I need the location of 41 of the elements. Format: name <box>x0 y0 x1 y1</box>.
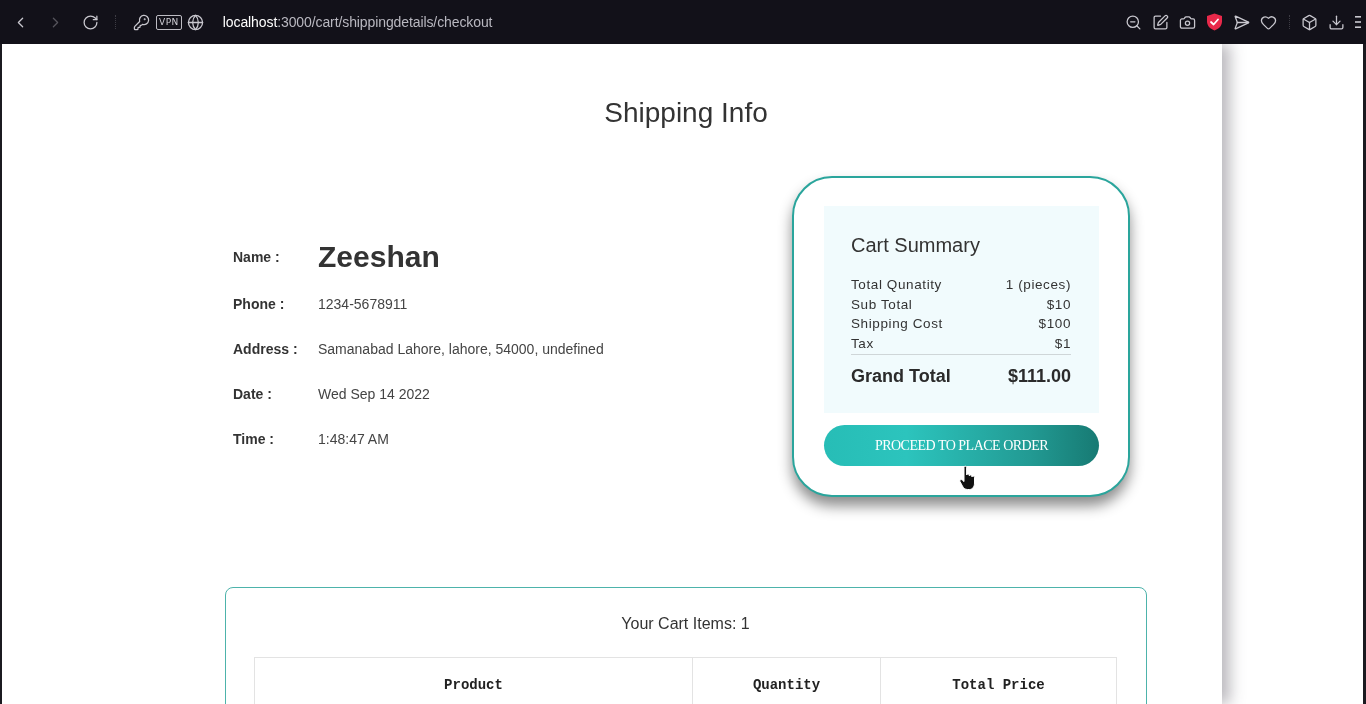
summary-value: 1 (pieces) <box>1005 276 1071 294</box>
send-icon <box>1233 13 1250 31</box>
detail-value: Samanabad Lahore, lahore, 54000, undefined <box>318 339 604 359</box>
grand-total-label: Grand Total <box>851 365 951 387</box>
shield-check-icon <box>1206 13 1223 31</box>
menu-icon <box>1355 15 1361 29</box>
heart-icon <box>1260 13 1277 31</box>
detail-value: Wed Sep 14 2022 <box>318 384 431 404</box>
detail-label: Date : <box>233 384 273 404</box>
summary-value: $100 <box>1038 315 1071 333</box>
camera-icon <box>1179 13 1196 31</box>
customer-name: Zeeshan <box>318 239 441 275</box>
zoom-out-icon <box>1125 13 1142 31</box>
cart-items-heading: Your Cart Items: 1 <box>620 614 751 634</box>
globe-icon <box>187 13 205 31</box>
detail-label: Address : <box>233 339 299 359</box>
page-title: Shipping Info <box>603 96 769 130</box>
cube-icon <box>1301 13 1318 31</box>
detail-label: Time : <box>233 429 275 449</box>
summary-label: Total Qunatity <box>851 276 942 294</box>
summary-label: Tax <box>851 334 874 353</box>
vpn-button[interactable]: VPN <box>156 14 182 30</box>
address-field[interactable]: localhost:3000/cart/shippingdetails/checkout <box>222 14 493 30</box>
detail-label: Phone : <box>233 294 286 314</box>
summary-value: $10 <box>1046 295 1071 314</box>
column-header: Product <box>255 658 693 704</box>
pen-square-icon <box>1152 13 1169 31</box>
column-header: Quantity <box>693 658 881 704</box>
detail-label: Name : <box>233 248 281 267</box>
summary-title: Cart Summary <box>851 233 981 257</box>
hand-cursor-icon <box>959 465 978 491</box>
detail-value: 1234-5678911 <box>318 294 409 314</box>
grand-total-value: $111.00 <box>1007 365 1071 387</box>
key-icon <box>132 13 150 31</box>
reload-icon <box>82 13 99 31</box>
summary-label: Shipping Cost <box>851 315 943 333</box>
column-header: Total Price <box>951 676 1046 695</box>
summary-value: $1 <box>1054 334 1071 353</box>
download-icon <box>1328 13 1345 31</box>
summary-label: Sub Total <box>851 295 913 314</box>
detail-value: 1:48:47 AM <box>318 429 390 449</box>
